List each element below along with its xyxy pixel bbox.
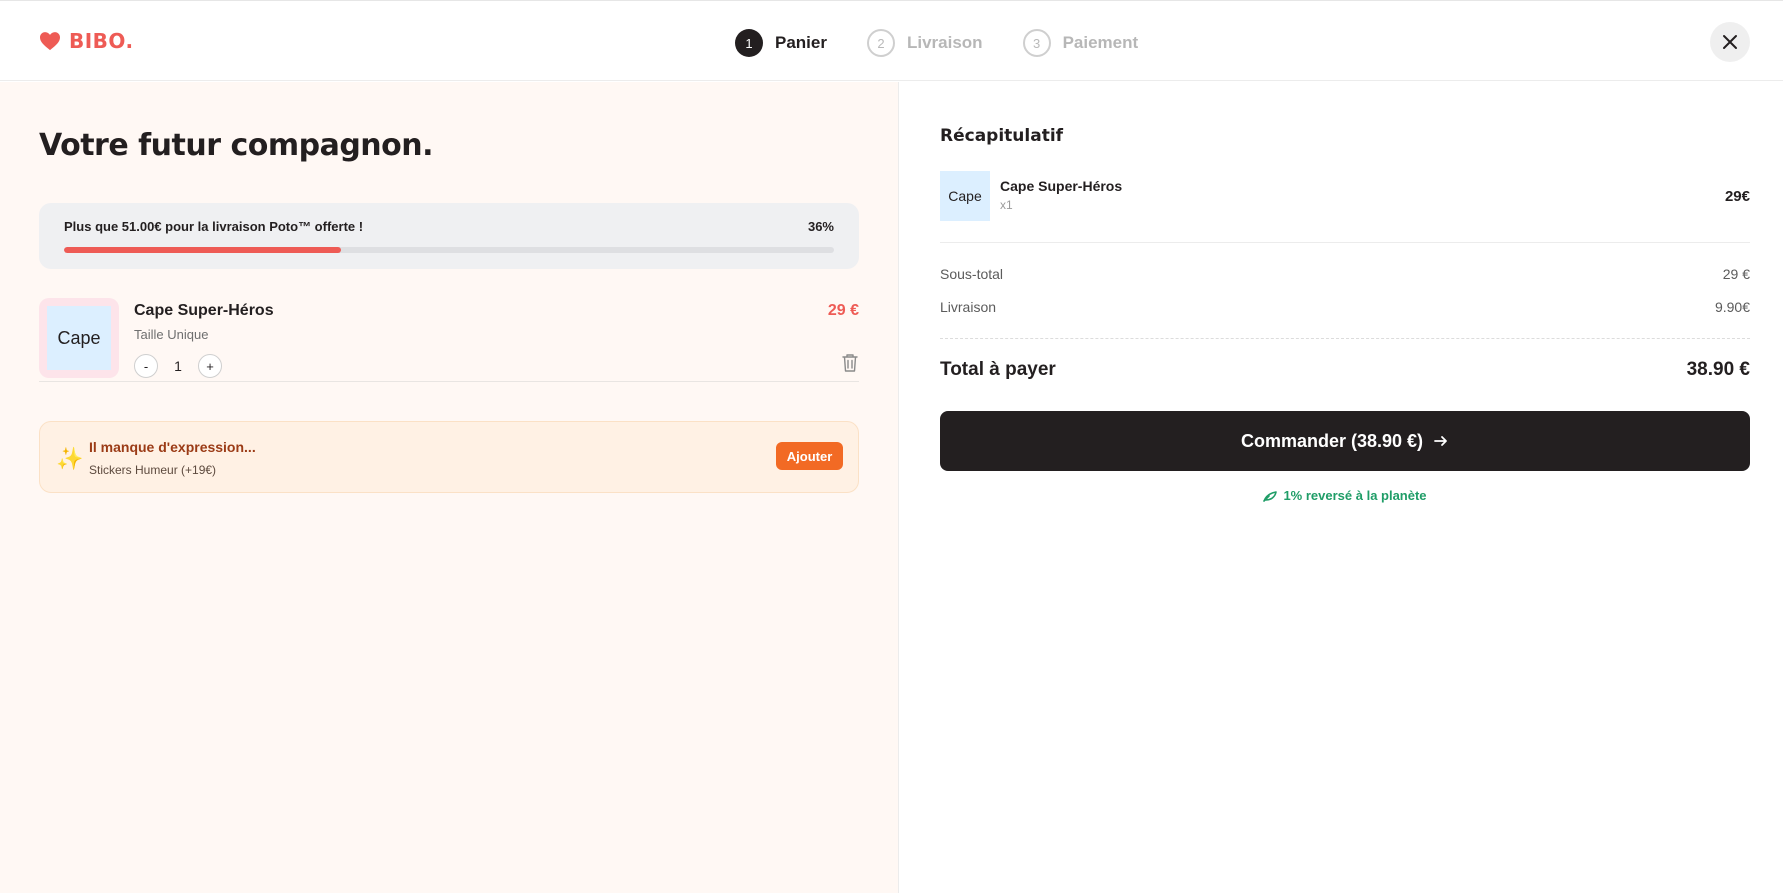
summary-item: Cape Cape Super-Héros x1 29€	[940, 171, 1750, 243]
shipping-row: Livraison 9.90€	[940, 299, 1750, 315]
summary-item-name: Cape Super-Héros	[1000, 178, 1123, 194]
order-button-label: Commander (38.90 €)	[1240, 430, 1424, 451]
total-value: 38.90 €	[1686, 359, 1750, 380]
free-shipping-progress: Plus que 51.00€ pour la livraison Poto™ …	[39, 203, 859, 269]
product-price: 29 €	[827, 302, 859, 319]
total-label: Total à payer	[940, 359, 1056, 380]
upsell-title: Il manque d'expression...	[89, 439, 256, 455]
upsell-subtitle: Stickers Humeur (+19€)	[89, 463, 217, 477]
summary-item-price: 29€	[1724, 188, 1750, 205]
close-icon	[1723, 35, 1737, 49]
increase-quantity-button[interactable]: +	[198, 354, 222, 378]
decrease-quantity-button[interactable]: -	[134, 354, 158, 378]
product-thumbnail-label: Cape	[47, 306, 111, 370]
eco-note-text: 1% reversé à la planète	[1283, 488, 1427, 503]
checkout-header: BIBO. 1 Panier 2 Livraison 3 Paiement	[0, 2, 1783, 81]
step-panier[interactable]: 1 Panier	[735, 29, 827, 57]
summary-title: Récapitulatif	[940, 126, 1064, 146]
quantity-stepper: - 1 +	[134, 354, 222, 378]
summary-thumbnail: Cape	[940, 171, 990, 221]
brand-logo[interactable]: BIBO.	[39, 29, 134, 53]
step-label: Paiement	[1062, 33, 1139, 52]
summary-item-quantity: x1	[1000, 198, 1013, 212]
page-title: Votre futur compagnon.	[39, 128, 434, 163]
step-number: 2	[866, 29, 895, 57]
step-livraison[interactable]: 2 Livraison	[866, 29, 983, 57]
subtotal-value: 29 €	[1722, 266, 1750, 282]
quantity-value: 1	[174, 358, 182, 374]
add-upsell-button[interactable]: Ajouter	[776, 442, 843, 470]
summary-divider	[940, 338, 1750, 339]
leaf-icon	[1263, 490, 1278, 502]
heart-icon	[40, 32, 60, 51]
cart-panel: Votre futur compagnon. Plus que 51.00€ p…	[0, 82, 899, 893]
arrow-right-icon	[1434, 436, 1447, 446]
order-button[interactable]: Commander (38.90 €)	[940, 411, 1750, 471]
order-summary-panel: Récapitulatif Cape Cape Super-Héros x1 2…	[900, 82, 1783, 893]
brand-name: BIBO.	[69, 29, 134, 53]
free-shipping-percent: 36%	[807, 219, 834, 234]
step-label: Livraison	[906, 33, 983, 52]
eco-note: 1% reversé à la planète	[940, 488, 1750, 503]
step-number: 3	[1022, 29, 1051, 57]
product-thumbnail[interactable]: Cape	[39, 298, 119, 378]
checkout-steps: 1 Panier 2 Livraison 3 Paiement	[735, 29, 1178, 57]
progress-fill	[64, 247, 342, 253]
upsell-banner: ✨ Il manque d'expression... Stickers Hum…	[39, 421, 859, 493]
subtotal-row: Sous-total 29 €	[940, 266, 1750, 282]
sparkles-icon: ✨	[56, 446, 84, 471]
product-name: Cape Super-Héros	[134, 302, 274, 319]
cart-item: Cape Cape Super-Héros Taille Unique - 1 …	[39, 298, 859, 382]
total-row: Total à payer 38.90 €	[940, 359, 1750, 381]
checkout-modal: BIBO. 1 Panier 2 Livraison 3 Paiement Vo…	[0, 0, 1783, 893]
close-button[interactable]	[1710, 22, 1750, 62]
free-shipping-message: Plus que 51.00€ pour la livraison Poto™ …	[64, 219, 364, 234]
progress-track	[64, 247, 834, 253]
step-paiement[interactable]: 3 Paiement	[1022, 29, 1139, 57]
trash-icon[interactable]	[841, 353, 859, 373]
subtotal-label: Sous-total	[940, 266, 1004, 282]
shipping-label: Livraison	[940, 299, 997, 315]
step-label: Panier	[775, 33, 827, 52]
shipping-value: 9.90€	[1714, 299, 1750, 315]
step-number: 1	[735, 29, 763, 57]
product-variant: Taille Unique	[134, 327, 209, 342]
